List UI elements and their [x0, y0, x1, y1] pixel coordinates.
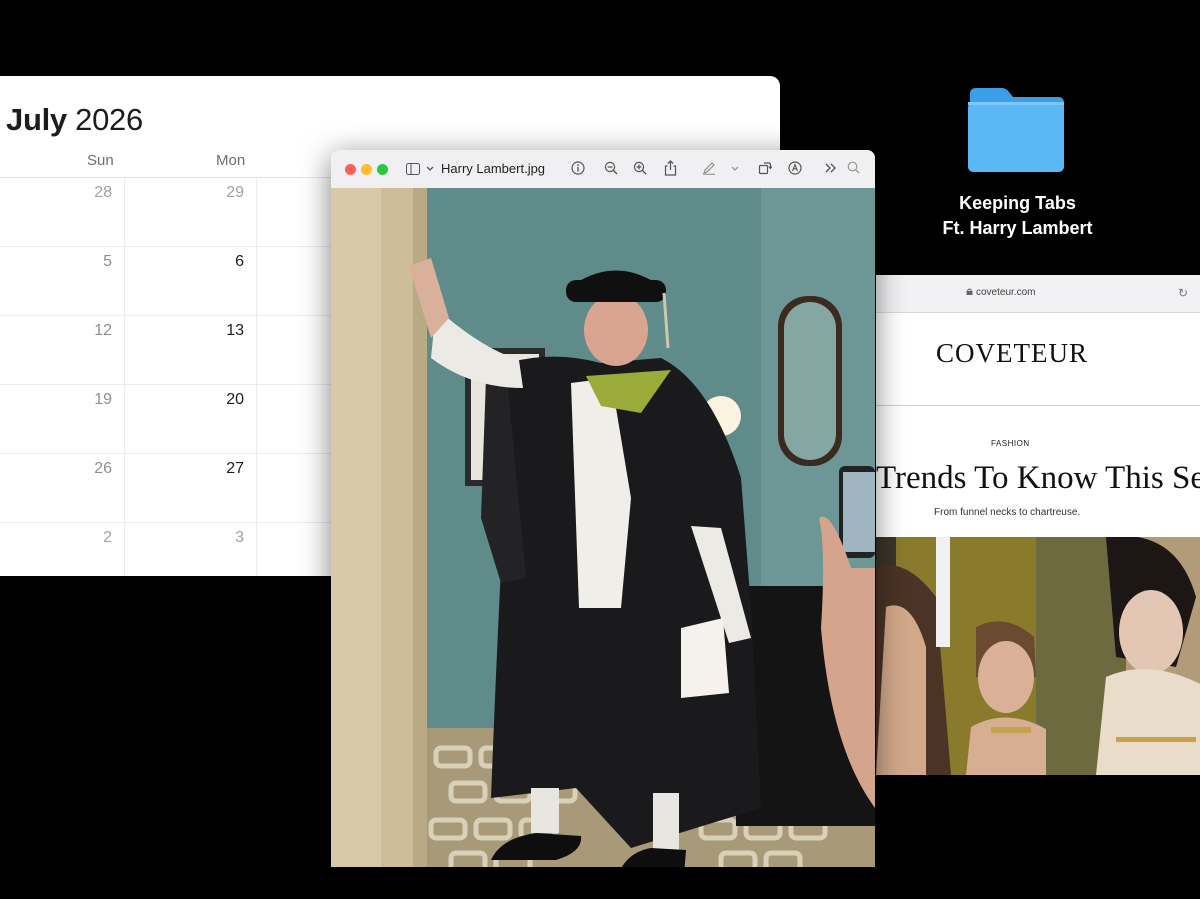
- day-cell[interactable]: 29: [124, 178, 257, 246]
- preview-window: Harry Lambert.jpg: [331, 150, 875, 867]
- day-cell[interactable]: 12: [0, 316, 125, 384]
- article-headline[interactable]: Trends To Know This Se: [876, 460, 1200, 497]
- day-cell[interactable]: 26: [0, 454, 125, 522]
- zoom-button[interactable]: [377, 164, 388, 175]
- reload-icon[interactable]: ↻: [1178, 286, 1188, 300]
- address-bar[interactable]: coveteur.com: [976, 287, 1035, 298]
- weekday-mon: Mon: [216, 152, 246, 169]
- preview-toolbar: Harry Lambert.jpg: [331, 150, 875, 189]
- graduation-photo: [331, 188, 875, 867]
- article-category[interactable]: FASHION: [991, 439, 1030, 448]
- day-cell[interactable]: 3: [124, 523, 257, 576]
- rotate-icon[interactable]: [758, 161, 772, 175]
- zoom-out-icon[interactable]: [604, 161, 618, 175]
- document-title[interactable]: Harry Lambert.jpg: [441, 161, 545, 176]
- day-cell[interactable]: 19: [0, 385, 125, 453]
- share-icon[interactable]: [664, 160, 677, 176]
- zoom-in-icon[interactable]: [633, 161, 647, 175]
- more-icon[interactable]: [825, 163, 837, 173]
- annotate-icon[interactable]: [788, 161, 802, 175]
- site-logo[interactable]: COVETEUR: [936, 338, 1088, 369]
- weekday-sun: Sun: [87, 152, 114, 169]
- info-icon[interactable]: [571, 161, 585, 175]
- article-hero-image[interactable]: [876, 537, 1200, 775]
- day-cell[interactable]: 27: [124, 454, 257, 522]
- close-button[interactable]: [345, 164, 356, 175]
- day-cell[interactable]: 6: [124, 247, 257, 315]
- search-icon[interactable]: [847, 161, 860, 174]
- calendar-month-title: July 2026: [6, 102, 143, 137]
- day-cell[interactable]: 13: [124, 316, 257, 384]
- minimize-button[interactable]: [361, 164, 372, 175]
- browser-toolbar: coveteur.com ↻: [876, 275, 1200, 313]
- sidebar-icon[interactable]: [406, 163, 420, 175]
- browser-window: coveteur.com ↻ COVETEUR FASHION Trends T…: [876, 275, 1200, 775]
- day-cell[interactable]: 5: [0, 247, 125, 315]
- divider: [876, 405, 1200, 406]
- folder-label[interactable]: Keeping Tabs Ft. Harry Lambert: [910, 191, 1125, 241]
- article-subhead: From funnel necks to chartreuse.: [934, 507, 1081, 518]
- chevron-down-icon[interactable]: [426, 166, 434, 172]
- day-cell[interactable]: 28: [0, 178, 125, 246]
- day-cell[interactable]: 20: [124, 385, 257, 453]
- lock-icon: [966, 288, 973, 295]
- folder-icon[interactable]: [966, 86, 1066, 172]
- chevron-down-icon[interactable]: [731, 166, 739, 172]
- day-cell[interactable]: 2: [0, 523, 125, 576]
- markup-icon[interactable]: [702, 161, 716, 175]
